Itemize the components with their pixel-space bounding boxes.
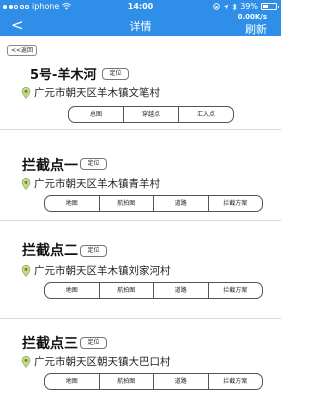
divider [0, 220, 281, 221]
lock-rotation-icon [213, 3, 220, 10]
road-button-1[interactable]: 道路 [154, 196, 209, 211]
refresh-button[interactable]: 刷新 [245, 21, 267, 37]
button-group-2: 地图 航拍图 道路 拦截方案 [44, 282, 263, 299]
intercept-plan-button-2[interactable]: 拦截方案 [209, 283, 263, 298]
aerial-photo-button-3[interactable]: 航拍图 [100, 374, 154, 389]
road-button-3[interactable]: 道路 [154, 374, 209, 389]
intercept-point-title-2: 拦截点二 [22, 243, 78, 259]
address-text-3: 广元市朝天区朝天镇大巴口村 [34, 356, 171, 368]
return-button[interactable]: <<返回 [7, 45, 37, 56]
location-pin-icon [21, 177, 31, 190]
location-pin-icon [21, 355, 31, 368]
divider [0, 318, 281, 319]
aerial-photo-button-2[interactable]: 航拍图 [100, 283, 154, 298]
aerial-photo-button-1[interactable]: 航拍图 [100, 196, 154, 211]
navigation-bar: < 详情 0.00K/s 刷新 [0, 13, 281, 37]
network-speed: 0.00K/s [237, 13, 267, 21]
status-bar: iphone 14:00 39% [0, 0, 281, 14]
map-button-3[interactable]: 地图 [45, 374, 100, 389]
bluetooth-icon [232, 2, 237, 11]
address-text-main: 广元市朝天区羊木镇文笔村 [34, 87, 160, 99]
intercept-point-title-3: 拦截点三 [22, 336, 78, 352]
address-text-1: 广元市朝天区羊木镇青羊村 [34, 178, 160, 190]
overview-map-button[interactable]: 总图 [69, 107, 124, 122]
map-button-1[interactable]: 地图 [45, 196, 100, 211]
road-button-2[interactable]: 道路 [154, 283, 209, 298]
divider [0, 129, 281, 130]
button-group-1: 地图 航拍图 道路 拦截方案 [44, 195, 263, 212]
address-text-2: 广元市朝天区羊木镇刘家河村 [34, 265, 171, 277]
battery-percent: 39% [240, 2, 258, 11]
location-pin-icon [21, 264, 31, 277]
intercept-point-title-1: 拦截点一 [22, 158, 78, 174]
battery-icon [261, 3, 279, 10]
button-group-main: 总图 穿越点 汇入点 [68, 106, 234, 123]
intercept-plan-button-1[interactable]: 拦截方案 [209, 196, 263, 211]
map-button-2[interactable]: 地图 [45, 283, 100, 298]
crossing-point-button[interactable]: 穿越点 [124, 107, 179, 122]
river-title: 5号-羊木河 [30, 68, 97, 83]
address-row-main: 广元市朝天区羊木镇文笔村 [21, 85, 160, 100]
button-group-3: 地图 航拍图 道路 拦截方案 [44, 373, 263, 390]
locate-button-3[interactable]: 定位 [80, 337, 107, 349]
inflow-point-button[interactable]: 汇入点 [179, 107, 233, 122]
locate-button-main[interactable]: 定位 [102, 68, 129, 80]
location-pin-icon [21, 86, 31, 99]
intercept-plan-button-3[interactable]: 拦截方案 [209, 374, 263, 389]
address-row-3: 广元市朝天区朝天镇大巴口村 [21, 354, 171, 369]
address-row-2: 广元市朝天区羊木镇刘家河村 [21, 263, 171, 278]
location-arrow-icon [223, 4, 229, 9]
locate-button-2[interactable]: 定位 [80, 245, 107, 257]
address-row-1: 广元市朝天区羊木镇青羊村 [21, 176, 160, 191]
locate-button-1[interactable]: 定位 [80, 158, 107, 170]
status-right: 39% [213, 2, 279, 11]
